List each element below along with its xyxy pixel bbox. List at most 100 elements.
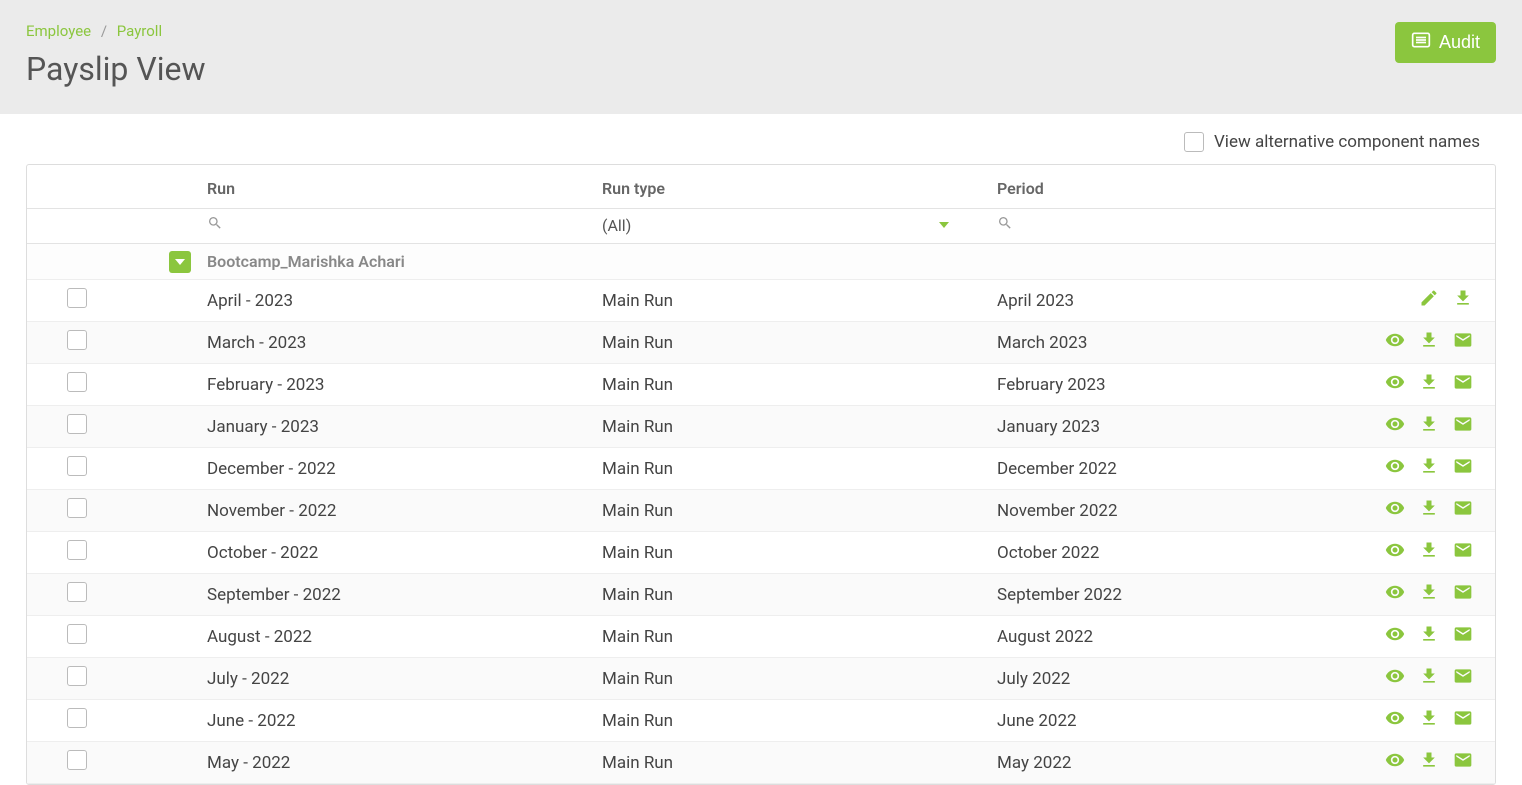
actions-cell [1355,700,1495,742]
table-row: April - 2023Main RunApril 2023 [27,280,1495,322]
mail-icon[interactable] [1453,372,1473,392]
search-icon[interactable] [207,216,223,235]
view-icon[interactable] [1385,708,1405,728]
run-cell: July - 2022 [197,658,592,700]
mail-icon[interactable] [1453,498,1473,518]
mail-icon[interactable] [1453,666,1473,686]
row-checkbox[interactable] [67,372,87,392]
download-icon[interactable] [1419,540,1439,560]
view-icon[interactable] [1385,582,1405,602]
run-cell: August - 2022 [197,616,592,658]
period-cell: August 2022 [987,616,1355,658]
actions-cell [1355,616,1495,658]
mail-icon[interactable] [1453,456,1473,476]
row-checkbox[interactable] [67,456,87,476]
period-cell: March 2023 [987,322,1355,364]
mail-icon[interactable] [1453,582,1473,602]
row-checkbox[interactable] [67,414,87,434]
run-cell: June - 2022 [197,700,592,742]
row-checkbox[interactable] [67,582,87,602]
audit-button-label: Audit [1439,32,1480,53]
run-type-cell: Main Run [592,490,987,532]
view-icon[interactable] [1385,372,1405,392]
header-period[interactable]: Period [987,165,1355,209]
header-run[interactable]: Run [197,165,592,209]
actions-cell [1355,742,1495,784]
header-run-type[interactable]: Run type [592,165,987,209]
row-checkbox[interactable] [67,708,87,728]
run-type-cell: Main Run [592,574,987,616]
table-row: November - 2022Main RunNovember 2022 [27,490,1495,532]
run-type-filter[interactable]: (All) [602,216,977,235]
download-icon[interactable] [1419,414,1439,434]
view-icon[interactable] [1385,624,1405,644]
table-row: June - 2022Main RunJune 2022 [27,700,1495,742]
run-type-cell: Main Run [592,406,987,448]
download-icon[interactable] [1419,498,1439,518]
run-cell: March - 2023 [197,322,592,364]
view-icon[interactable] [1385,414,1405,434]
mail-icon[interactable] [1453,750,1473,770]
download-icon[interactable] [1419,372,1439,392]
view-icon[interactable] [1385,330,1405,350]
download-icon[interactable] [1419,708,1439,728]
download-icon[interactable] [1419,330,1439,350]
audit-button[interactable]: Audit [1395,22,1496,63]
collapse-button[interactable] [169,251,191,273]
table-row: January - 2023Main RunJanuary 2023 [27,406,1495,448]
edit-icon[interactable] [1419,288,1439,308]
period-cell: April 2023 [987,280,1355,322]
period-cell: May 2022 [987,742,1355,784]
run-cell: January - 2023 [197,406,592,448]
view-icon[interactable] [1385,498,1405,518]
period-cell: June 2022 [987,700,1355,742]
row-checkbox[interactable] [67,750,87,770]
mail-icon[interactable] [1453,624,1473,644]
run-type-cell: Main Run [592,448,987,490]
download-icon[interactable] [1419,456,1439,476]
run-type-cell: Main Run [592,532,987,574]
row-checkbox[interactable] [67,624,87,644]
download-icon[interactable] [1419,750,1439,770]
table-row: August - 2022Main RunAugust 2022 [27,616,1495,658]
row-checkbox[interactable] [67,498,87,518]
table-row: September - 2022Main RunSeptember 2022 [27,574,1495,616]
download-icon[interactable] [1419,666,1439,686]
row-checkbox[interactable] [67,540,87,560]
row-checkbox[interactable] [67,666,87,686]
run-type-cell: Main Run [592,658,987,700]
mail-icon[interactable] [1453,330,1473,350]
chevron-down-icon [939,222,949,228]
view-icon[interactable] [1385,750,1405,770]
breadcrumb-payroll[interactable]: Payroll [117,22,162,40]
table-row: February - 2023Main RunFebruary 2023 [27,364,1495,406]
run-cell: December - 2022 [197,448,592,490]
table-row: October - 2022Main RunOctober 2022 [27,532,1495,574]
view-icon[interactable] [1385,666,1405,686]
filter-row: (All) [27,209,1495,244]
table-row: March - 2023Main RunMarch 2023 [27,322,1495,364]
table-row: July - 2022Main RunJuly 2022 [27,658,1495,700]
period-cell: February 2023 [987,364,1355,406]
row-checkbox[interactable] [67,330,87,350]
breadcrumb-employee[interactable]: Employee [26,22,91,40]
view-alt-checkbox[interactable] [1184,132,1204,152]
download-icon[interactable] [1419,624,1439,644]
download-icon[interactable] [1453,288,1473,308]
header-select [27,165,197,209]
run-type-filter-value: (All) [602,216,631,235]
view-icon[interactable] [1385,456,1405,476]
payslip-table: Run Run type Period (All) [27,165,1495,784]
mail-icon[interactable] [1453,414,1473,434]
period-cell: October 2022 [987,532,1355,574]
mail-icon[interactable] [1453,540,1473,560]
download-icon[interactable] [1419,582,1439,602]
view-icon[interactable] [1385,540,1405,560]
row-checkbox[interactable] [67,288,87,308]
view-alt-label[interactable]: View alternative component names [1214,132,1480,152]
mail-icon[interactable] [1453,708,1473,728]
period-cell: July 2022 [987,658,1355,700]
search-icon[interactable] [997,216,1013,235]
options-row: View alternative component names [0,114,1522,164]
run-cell: September - 2022 [197,574,592,616]
